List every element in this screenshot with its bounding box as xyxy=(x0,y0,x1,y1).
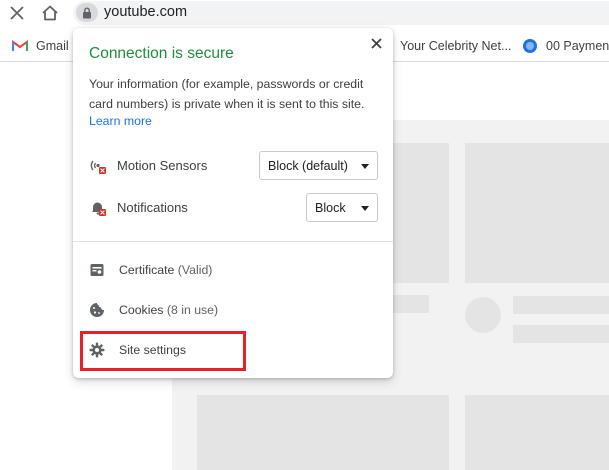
chevron-down-icon xyxy=(361,206,369,211)
site-settings-item[interactable]: Site settings xyxy=(81,334,385,366)
lock-icon[interactable] xyxy=(76,3,98,22)
popup-description: Your information (for example, passwords… xyxy=(89,77,365,111)
popup-title: Connection is secure xyxy=(89,45,234,62)
home-icon[interactable] xyxy=(39,2,61,24)
site-info-popup: Connection is secure Your information (f… xyxy=(73,28,393,378)
cookies-label: Cookies (8 in use) xyxy=(119,303,219,317)
notifications-blocked-icon xyxy=(89,199,107,217)
gear-icon xyxy=(89,342,105,358)
bookmark-gmail[interactable]: Gmail xyxy=(12,36,69,56)
bookmark-label: 00 Payment xyxy=(546,39,609,53)
close-icon xyxy=(370,37,382,49)
motion-sensors-select[interactable]: Block (default) xyxy=(259,151,378,180)
divider xyxy=(73,241,393,242)
permission-motion-sensors: Motion Sensors Block (default) xyxy=(89,151,379,181)
text-placeholder xyxy=(513,325,609,343)
close-icon[interactable] xyxy=(6,2,28,24)
site-settings-label: Site settings xyxy=(119,343,186,357)
select-value: Block (default) xyxy=(268,158,348,173)
certificate-label: Certificate (Valid) xyxy=(119,263,213,277)
thumbnail-placeholder xyxy=(197,395,449,470)
motion-sensors-blocked-icon xyxy=(89,157,107,175)
cookie-icon xyxy=(89,302,105,318)
text-placeholder xyxy=(393,295,429,313)
select-value: Block xyxy=(315,200,346,215)
certificate-icon xyxy=(89,262,105,278)
browser-window: youtube.com Gmail Your Celebrity Net... … xyxy=(0,0,609,470)
notifications-select[interactable]: Block xyxy=(306,193,378,222)
browser-toolbar: youtube.com xyxy=(0,0,609,26)
chevron-down-icon xyxy=(361,164,369,169)
url-text[interactable]: youtube.com xyxy=(104,4,187,20)
avatar-placeholder xyxy=(465,297,501,333)
permission-label: Notifications xyxy=(117,200,188,215)
thumbnail-placeholder xyxy=(465,143,609,283)
cookies-item[interactable]: Cookies (8 in use) xyxy=(81,294,385,326)
permission-notifications: Notifications Block xyxy=(89,193,379,223)
bookmark-celebrity[interactable]: Your Celebrity Net... xyxy=(400,36,511,56)
certificate-item[interactable]: Certificate (Valid) xyxy=(81,254,385,286)
gmail-icon xyxy=(12,38,28,54)
bookmark-payment[interactable]: 00 Payment xyxy=(522,36,609,56)
bookmark-label: Gmail xyxy=(36,39,69,53)
text-placeholder xyxy=(513,296,609,314)
learn-more-link[interactable]: Learn more xyxy=(89,114,152,128)
bookmark-label: Your Celebrity Net... xyxy=(400,39,512,53)
close-popup-button[interactable] xyxy=(367,34,385,52)
thumbnail-placeholder xyxy=(465,395,609,470)
payment-icon xyxy=(522,38,538,54)
permission-label: Motion Sensors xyxy=(117,158,208,173)
